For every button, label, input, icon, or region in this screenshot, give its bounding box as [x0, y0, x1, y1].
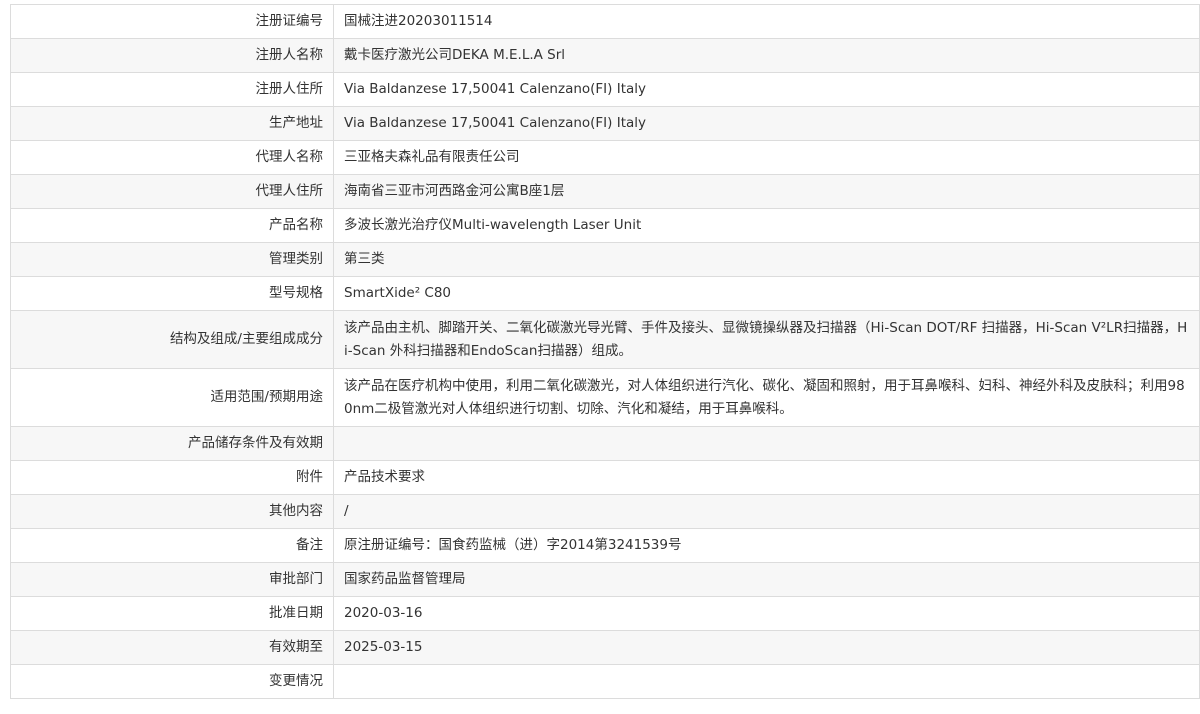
table-row: 备注 原注册证编号：国食药监械（进）字2014第3241539号 — [10, 528, 1200, 563]
row-value — [333, 426, 1200, 461]
table-row: 型号规格 SmartXide² C80 — [10, 276, 1200, 311]
table-row: 代理人住所 海南省三亚市河西路金河公寓B座1层 — [10, 174, 1200, 209]
table-row: 注册人住所 Via Baldanzese 17,50041 Calenzano(… — [10, 72, 1200, 107]
row-value: 产品技术要求 — [333, 460, 1200, 495]
row-label: 产品储存条件及有效期 — [10, 426, 334, 461]
table-row: 结构及组成/主要组成成分 该产品由主机、脚踏开关、二氧化碳激光导光臂、手件及接头… — [10, 310, 1200, 369]
row-label: 批准日期 — [10, 596, 334, 631]
table-row: 注册证编号 国械注进20203011514 — [10, 4, 1200, 39]
row-value: SmartXide² C80 — [333, 276, 1200, 311]
row-value: Via Baldanzese 17,50041 Calenzano(FI) It… — [333, 106, 1200, 141]
table-row: 其他内容 / — [10, 494, 1200, 529]
row-label: 代理人住所 — [10, 174, 334, 209]
table-row: 注册人名称 戴卡医疗激光公司DEKA M.E.L.A Srl — [10, 38, 1200, 73]
table-row: 生产地址 Via Baldanzese 17,50041 Calenzano(F… — [10, 106, 1200, 141]
row-value: 三亚格夫森礼品有限责任公司 — [333, 140, 1200, 175]
row-label: 注册证编号 — [10, 4, 334, 39]
row-value: 原注册证编号：国食药监械（进）字2014第3241539号 — [333, 528, 1200, 563]
row-value: Via Baldanzese 17,50041 Calenzano(FI) It… — [333, 72, 1200, 107]
table-row: 产品名称 多波长激光治疗仪Multi-wavelength Laser Unit — [10, 208, 1200, 243]
row-label: 变更情况 — [10, 664, 334, 699]
table-row: 审批部门 国家药品监督管理局 — [10, 562, 1200, 597]
row-label: 生产地址 — [10, 106, 334, 141]
row-label: 代理人名称 — [10, 140, 334, 175]
row-label: 型号规格 — [10, 276, 334, 311]
row-value: 海南省三亚市河西路金河公寓B座1层 — [333, 174, 1200, 209]
row-value: 2025-03-15 — [333, 630, 1200, 665]
table-row: 有效期至 2025-03-15 — [10, 630, 1200, 665]
row-label: 备注 — [10, 528, 334, 563]
row-label: 有效期至 — [10, 630, 334, 665]
row-value — [333, 664, 1200, 699]
row-label: 其他内容 — [10, 494, 334, 529]
registration-detail-table: 注册证编号 国械注进20203011514 注册人名称 戴卡医疗激光公司DEKA… — [10, 4, 1200, 699]
row-value: 2020-03-16 — [333, 596, 1200, 631]
row-value: 多波长激光治疗仪Multi-wavelength Laser Unit — [333, 208, 1200, 243]
row-value: 该产品由主机、脚踏开关、二氧化碳激光导光臂、手件及接头、显微镜操纵器及扫描器（H… — [333, 310, 1200, 369]
row-label: 审批部门 — [10, 562, 334, 597]
row-label: 适用范围/预期用途 — [10, 368, 334, 427]
row-value: 第三类 — [333, 242, 1200, 277]
table-row: 附件 产品技术要求 — [10, 460, 1200, 495]
table-row: 批准日期 2020-03-16 — [10, 596, 1200, 631]
row-value: 国家药品监督管理局 — [333, 562, 1200, 597]
row-label: 结构及组成/主要组成成分 — [10, 310, 334, 369]
row-label: 管理类别 — [10, 242, 334, 277]
table-row: 适用范围/预期用途 该产品在医疗机构中使用，利用二氧化碳激光，对人体组织进行汽化… — [10, 368, 1200, 427]
table-row: 管理类别 第三类 — [10, 242, 1200, 277]
row-label: 产品名称 — [10, 208, 334, 243]
table-row: 变更情况 — [10, 664, 1200, 699]
row-value: 该产品在医疗机构中使用，利用二氧化碳激光，对人体组织进行汽化、碳化、凝固和照射，… — [333, 368, 1200, 427]
table-row: 产品储存条件及有效期 — [10, 426, 1200, 461]
row-label: 注册人名称 — [10, 38, 334, 73]
row-value: 戴卡医疗激光公司DEKA M.E.L.A Srl — [333, 38, 1200, 73]
row-value: 国械注进20203011514 — [333, 4, 1200, 39]
row-label: 注册人住所 — [10, 72, 334, 107]
table-row: 代理人名称 三亚格夫森礼品有限责任公司 — [10, 140, 1200, 175]
row-value: / — [333, 494, 1200, 529]
row-label: 附件 — [10, 460, 334, 495]
